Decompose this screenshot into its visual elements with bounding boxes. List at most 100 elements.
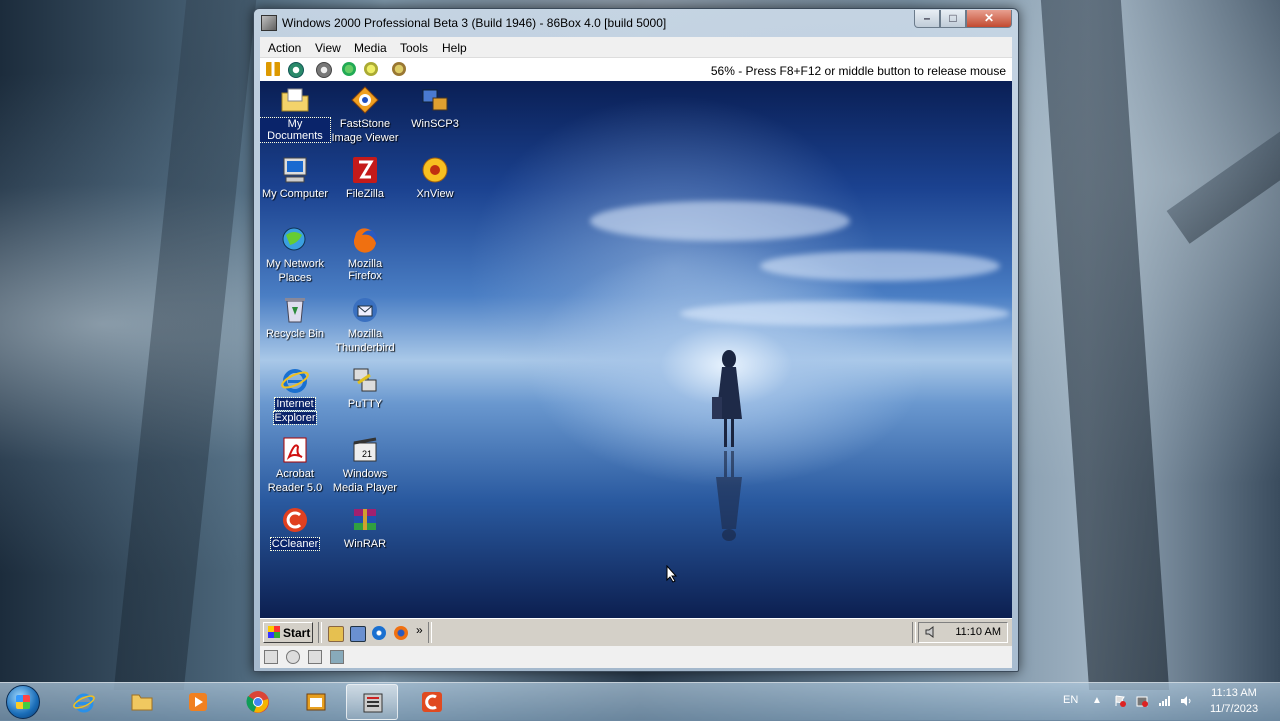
cdrom-drive-icon[interactable]	[286, 650, 300, 664]
desktop-icon-label: Mozilla Firefox	[347, 258, 383, 282]
minimize-button[interactable]: –	[914, 10, 940, 28]
menu-help[interactable]: Help	[442, 41, 467, 55]
media-player-icon	[189, 693, 207, 711]
firefox-quicklaunch-icon[interactable]	[394, 626, 408, 640]
taskbar-86box[interactable]	[346, 684, 398, 720]
desktop-icon-windows-media-player[interactable]: 21 Windows Media Player	[330, 435, 400, 494]
desktop-icon-label: Windows	[342, 468, 388, 480]
host-taskbar: EN ▲ 11:13 AM 11/7/2023	[0, 682, 1280, 721]
close-icon: ✕	[983, 11, 995, 25]
wallpaper-girl-silhouette	[712, 350, 742, 447]
show-desktop-icon[interactable]	[328, 626, 344, 642]
host-clock-time[interactable]: 11:13 AM	[1196, 687, 1272, 699]
desktop-icon-winrar[interactable]: WinRAR	[330, 505, 400, 550]
internet-explorer-icon	[280, 365, 310, 395]
show-hidden-icons-button[interactable]: ▲	[1092, 695, 1102, 706]
desktop-icon-winscp[interactable]: WinSCP3	[400, 85, 470, 130]
security-shield-icon[interactable]	[1136, 695, 1148, 707]
putty-icon	[350, 365, 380, 395]
hard-disk-icon[interactable]	[308, 650, 322, 664]
quicklaunch-more-chevron[interactable]: »	[416, 623, 423, 637]
desktop-icon-label: My Computer	[261, 188, 329, 200]
taskbar-explorer[interactable]	[116, 684, 168, 720]
desktop-icon-label: Mozilla	[347, 328, 383, 340]
menu-tools[interactable]: Tools	[400, 41, 428, 55]
taskbar-app-window[interactable]	[290, 684, 342, 720]
recycle-bin-icon	[280, 295, 310, 325]
menu-media[interactable]: Media	[354, 41, 387, 55]
guest-system-tray: 11:10 AM	[918, 622, 1008, 643]
desktop-icon-thunderbird[interactable]: Mozilla Thunderbird	[330, 295, 400, 354]
windows-flag-icon	[268, 626, 280, 638]
desktop-icon-ccleaner[interactable]: CCleaner	[260, 505, 330, 551]
minimize-icon: –	[923, 11, 931, 25]
volume-speaker-icon[interactable]	[925, 626, 937, 638]
desktop-icon-xnview[interactable]: XnView	[400, 155, 470, 200]
settings-gear-icon[interactable]	[392, 62, 406, 76]
desktop-icon-label: FileZilla	[346, 188, 384, 200]
desktop-icon-label: WinSCP3	[411, 118, 459, 130]
taskbar-separator	[912, 622, 916, 643]
desktop-icon-label-line2: Media Player	[332, 482, 398, 494]
filezilla-icon	[350, 155, 380, 185]
desktop-icon-label-line2: Explorer	[272, 411, 318, 425]
86box-icon	[363, 693, 383, 713]
host-clock-date[interactable]: 11/7/2023	[1196, 703, 1272, 715]
floppy-drive-icon[interactable]	[264, 650, 278, 664]
maximize-icon: □	[949, 11, 957, 25]
guest-clock[interactable]: 11:10 AM	[955, 626, 1001, 638]
86box-app-icon[interactable]	[261, 15, 277, 31]
wallpaper-girl-reflection	[716, 451, 742, 541]
wallpaper-tree-right	[1040, 0, 1170, 690]
desktop-icon-my-documents[interactable]: My Documents	[260, 85, 331, 143]
taskbar-media-player[interactable]	[172, 684, 224, 720]
taskbar-camtasia[interactable]	[406, 684, 458, 720]
guest-desktop[interactable]: My Documents FastStone Image Viewer WinS…	[260, 81, 1012, 618]
desktop-icon-internet-explorer[interactable]: Internet Explorer	[260, 365, 330, 425]
guest-start-button[interactable]: Start	[263, 622, 313, 643]
desktop-icon-label: Recycle Bin	[265, 328, 325, 340]
desktop-icon-firefox[interactable]: Mozilla Firefox	[330, 225, 400, 282]
taskbar-separator	[318, 622, 322, 643]
desktop-icon-label: Acrobat	[276, 468, 314, 480]
close-button[interactable]: ✕	[966, 10, 1012, 28]
pause-icon[interactable]	[266, 62, 280, 76]
power-icon[interactable]	[316, 62, 332, 78]
network-signal-icon[interactable]	[1158, 695, 1170, 707]
input-language-indicator[interactable]: EN	[1063, 694, 1078, 706]
desktop-icon-label: CCleaner	[269, 537, 321, 551]
desktop-icon-faststone[interactable]: FastStone Image Viewer	[330, 85, 400, 144]
reset-icon[interactable]	[288, 62, 304, 78]
mouse-capture-status: 56% - Press F8+F12 or middle button to r…	[710, 64, 1006, 78]
vm-titlebar[interactable]: Windows 2000 Professional Beta 3 (Build …	[254, 9, 1018, 37]
app-window-icon	[306, 693, 326, 711]
volume-icon[interactable]	[1180, 695, 1192, 707]
taskbar-separator	[428, 622, 432, 643]
menu-action[interactable]: Action	[268, 41, 301, 55]
sound-card-icon[interactable]	[330, 650, 344, 664]
menu-view[interactable]: View	[315, 41, 341, 55]
host-start-orb[interactable]	[6, 685, 40, 719]
desktop-icon-acrobat-reader[interactable]: Acrobat Reader 5.0	[260, 435, 330, 494]
desktop-icon-my-computer[interactable]: My Computer	[260, 155, 330, 200]
windows-logo-icon	[16, 695, 30, 709]
desktop-icon-recycle-bin[interactable]: Recycle Bin	[260, 295, 330, 340]
thunderbird-icon	[350, 295, 380, 325]
xnview-icon	[420, 155, 450, 185]
guest-taskbar: Start » 11:10 AM	[260, 618, 1012, 646]
desktop-icon-filezilla[interactable]: FileZilla	[330, 155, 400, 200]
taskbar-chrome[interactable]	[232, 684, 284, 720]
ctrl-alt-del-icon[interactable]	[342, 62, 356, 76]
maximize-button[interactable]: □	[940, 10, 966, 28]
ie-quicklaunch-icon[interactable]	[372, 626, 386, 640]
wallpaper-branch	[1166, 96, 1280, 244]
action-center-flag-icon[interactable]	[1114, 695, 1126, 707]
network-places-icon	[280, 225, 310, 255]
desktop-icon-putty[interactable]: PuTTY	[330, 365, 400, 410]
ctrl-alt-esc-icon[interactable]	[364, 62, 378, 76]
taskbar-ie[interactable]	[58, 684, 110, 720]
internet-explorer-icon	[73, 693, 95, 713]
wallpaper-tree-left	[113, 0, 257, 690]
explorer-quicklaunch-icon[interactable]	[350, 626, 366, 642]
desktop-icon-my-network-places[interactable]: My Network Places	[260, 225, 330, 284]
